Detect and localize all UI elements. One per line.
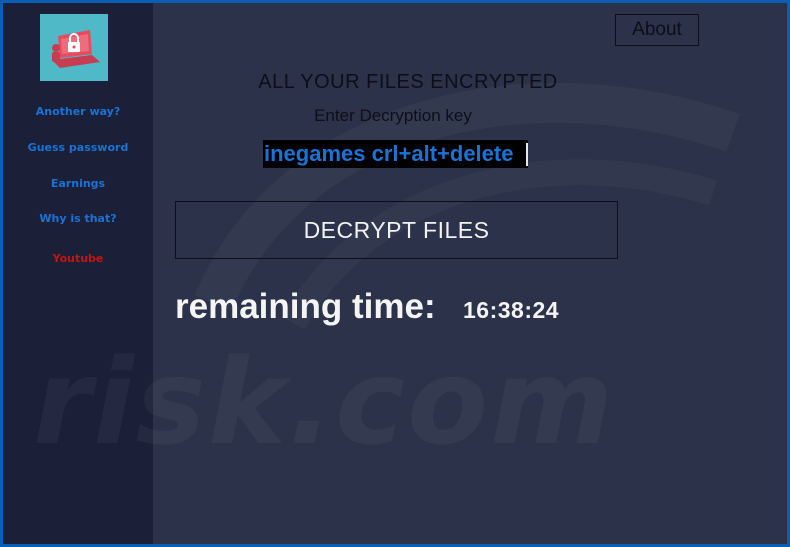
- sidebar-item-guess-password[interactable]: Guess password: [3, 141, 153, 154]
- decryption-key-field[interactable]: inegames crl+alt+delete: [263, 140, 528, 168]
- decrypt-files-button[interactable]: DECRYPT FILES: [175, 201, 618, 259]
- sidebar-item-earnings[interactable]: Earnings: [3, 177, 153, 190]
- sidebar-item-why-is-that[interactable]: Why is that?: [3, 212, 153, 225]
- about-button[interactable]: About: [615, 14, 699, 46]
- page-title: ALL YOUR FILES ENCRYPTED: [258, 71, 558, 93]
- sidebar-item-another-way[interactable]: Another way?: [3, 105, 153, 118]
- countdown-timer: 16:38:24: [463, 297, 560, 323]
- ransomware-lock-icon: [40, 14, 108, 81]
- remaining-time-label: remaining time:: [175, 287, 436, 326]
- ransomware-window: Another way? Guess password Earnings Why…: [3, 3, 787, 544]
- sidebar-item-youtube[interactable]: Youtube: [3, 252, 153, 265]
- sidebar: Another way? Guess password Earnings Why…: [3, 3, 153, 544]
- text-caret: [526, 143, 528, 166]
- decryption-key-prompt: Enter Decryption key: [314, 106, 472, 125]
